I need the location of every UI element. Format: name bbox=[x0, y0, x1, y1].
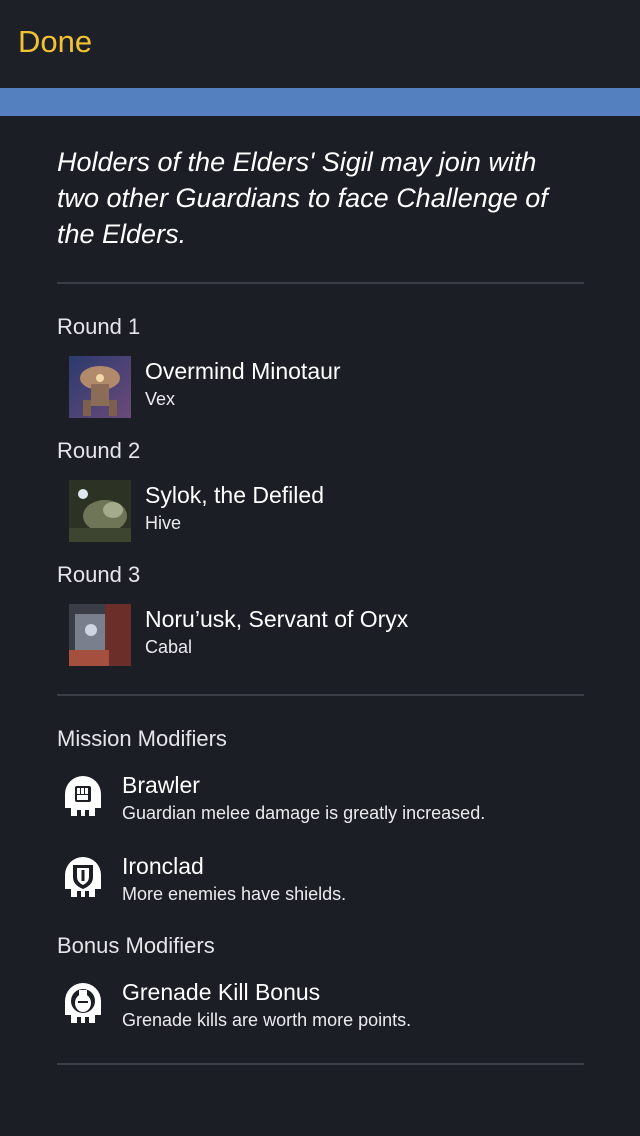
boss-faction: Vex bbox=[145, 389, 176, 409]
modifier-name: Ironclad bbox=[122, 853, 204, 879]
divider bbox=[57, 282, 584, 284]
modifier-description: More enemies have shields. bbox=[122, 884, 347, 904]
shield-icon bbox=[65, 857, 101, 897]
round-1-boss[interactable]: Overmind Minotaur Vex bbox=[57, 356, 584, 418]
round-2-heading: Round 2 bbox=[57, 438, 141, 463]
boss-name: Sylok, the Defiled bbox=[145, 482, 324, 508]
round-1-heading: Round 1 bbox=[57, 314, 141, 339]
modifier-description: Grenade kills are worth more points. bbox=[122, 1010, 412, 1030]
modifier-grenade-kill-bonus[interactable]: Grenade Kill Bonus Grenade kills are wor… bbox=[57, 979, 584, 1035]
boss-faction: Cabal bbox=[145, 637, 193, 657]
modifier-description: Guardian melee damage is greatly increas… bbox=[122, 803, 486, 823]
boss-faction: Hive bbox=[145, 513, 182, 533]
sylok-image bbox=[69, 480, 131, 542]
modifier-name: Grenade Kill Bonus bbox=[122, 979, 321, 1005]
grenade-icon bbox=[65, 983, 101, 1023]
event-details: Holders of the Elders' Sigil may join wi… bbox=[57, 116, 584, 1065]
fist-icon bbox=[65, 776, 101, 816]
accent-bar bbox=[0, 88, 640, 116]
modifier-brawler[interactable]: Brawler Guardian melee damage is greatly… bbox=[57, 772, 584, 828]
navigation-bar: Done bbox=[0, 0, 640, 88]
overmind-minotaur-image bbox=[69, 356, 131, 418]
round-2-boss[interactable]: Sylok, the Defiled Hive bbox=[57, 480, 584, 542]
divider bbox=[57, 1063, 584, 1065]
done-button[interactable]: Done bbox=[18, 24, 92, 60]
mission-modifiers-heading: Mission Modifiers bbox=[57, 726, 227, 751]
modifier-name: Brawler bbox=[122, 772, 200, 798]
divider bbox=[57, 694, 584, 696]
bonus-modifiers-heading: Bonus Modifiers bbox=[57, 933, 215, 958]
round-3-boss[interactable]: Noru’usk, Servant of Oryx Cabal bbox=[57, 604, 584, 666]
boss-name: Overmind Minotaur bbox=[145, 358, 341, 384]
intro-text: Holders of the Elders' Sigil may join wi… bbox=[57, 147, 548, 249]
boss-name: Noru’usk, Servant of Oryx bbox=[145, 606, 409, 632]
noruusk-image bbox=[69, 604, 131, 666]
round-3-heading: Round 3 bbox=[57, 562, 141, 587]
modifier-ironclad[interactable]: Ironclad More enemies have shields. bbox=[57, 853, 584, 909]
